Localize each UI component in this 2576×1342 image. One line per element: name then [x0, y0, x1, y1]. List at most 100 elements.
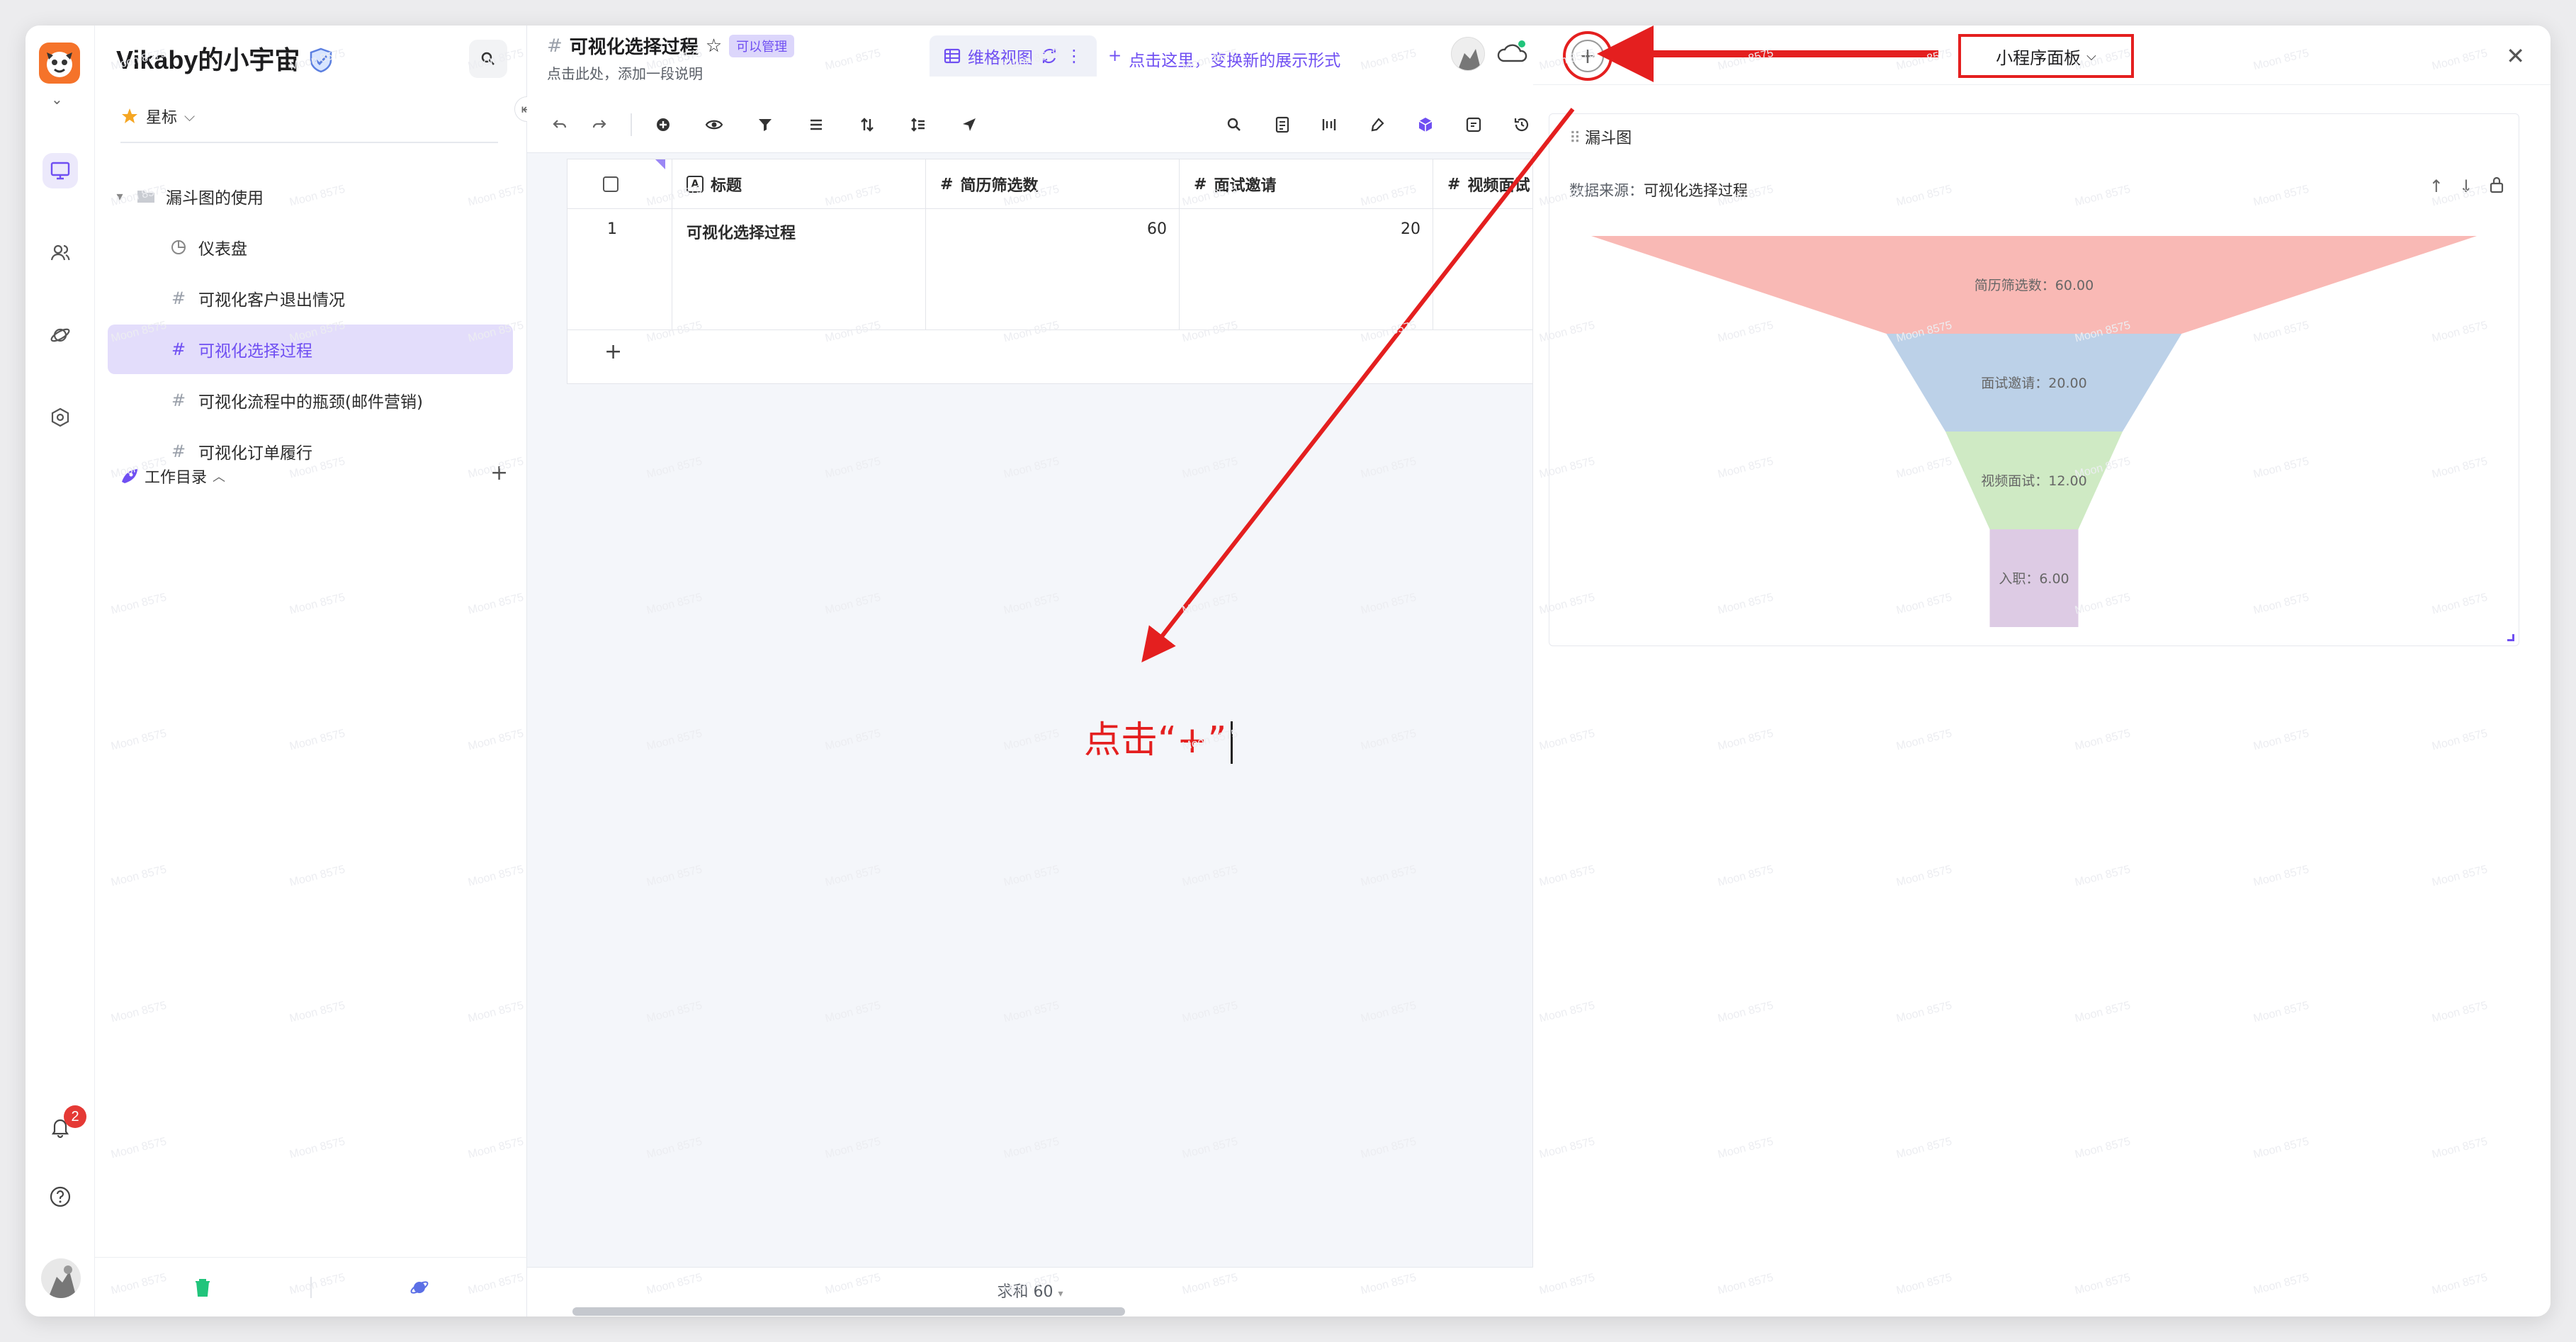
cell-resume[interactable]: 60 — [926, 220, 1167, 238]
star-icon — [122, 108, 137, 123]
sidebar-item-label: 可视化客户退出情况 — [198, 291, 345, 310]
undo-icon[interactable] — [546, 111, 574, 139]
funnel-stage-label: 视频面试：12.00 — [1981, 473, 2086, 489]
rocket-icon — [122, 469, 137, 483]
user-avatar[interactable] — [41, 1258, 81, 1298]
widget-cube-icon[interactable] — [1411, 111, 1440, 139]
filter-icon[interactable] — [751, 111, 779, 139]
widget-panel-selector[interactable]: 小程序面板 ⌵ — [1958, 34, 2134, 78]
number-field-icon: # — [1194, 175, 1207, 193]
tab-grid-view[interactable]: 维格视图 ⋮ — [930, 35, 1097, 77]
cell-invite[interactable]: 20 — [1180, 220, 1420, 238]
column-header-label: 面试邀请 — [1214, 177, 1277, 195]
sum-stat[interactable]: 求和 60 ▾ — [527, 1279, 1533, 1302]
plus-icon: + — [1108, 47, 1122, 65]
sidebar-item-customer-exit[interactable]: # 可视化客户退出情况 — [108, 274, 513, 323]
text-field-icon: A — [687, 176, 704, 193]
form-icon[interactable] — [1268, 111, 1297, 139]
column-header-video[interactable]: # 视频面试 — [1433, 159, 1534, 209]
template-center-icon[interactable] — [312, 1258, 527, 1316]
panel-name: 小程序面板 — [1996, 47, 2081, 68]
horizontal-scrollbar[interactable] — [572, 1307, 1125, 1316]
row-height-icon[interactable] — [904, 111, 932, 139]
sync-icon[interactable] — [1040, 47, 1058, 65]
sidebar-item-selection-process[interactable]: # 可视化选择过程 — [108, 325, 513, 374]
grid-view-icon — [944, 48, 961, 64]
funnel-stage-label: 面试邀请：20.00 — [1981, 376, 2086, 391]
space-name-text: Vikaby的小宇宙 — [116, 45, 300, 74]
space-logo-icon[interactable] — [39, 43, 80, 84]
dashboard-icon — [164, 239, 193, 256]
folder-label: 漏斗图的使用 — [166, 189, 264, 208]
members-icon[interactable] — [43, 235, 78, 271]
workbench-icon[interactable] — [43, 153, 78, 188]
datasheet-icon: # — [171, 339, 186, 359]
cell-title[interactable]: 可视化选择过程 — [687, 220, 796, 243]
sidebar-folder[interactable]: ▾ 漏斗图的使用 — [108, 171, 513, 221]
trash-icon[interactable] — [95, 1258, 310, 1316]
workdir-label: 工作目录 — [145, 469, 208, 487]
datasheet-icon: # — [171, 441, 186, 461]
datasheet-icon: # — [547, 35, 563, 57]
group-icon[interactable] — [802, 111, 830, 139]
chevron-down-icon: ⌵ — [184, 108, 196, 125]
highlight-circle — [1563, 31, 1612, 81]
add-node-icon[interactable]: + — [490, 461, 508, 485]
folder-caret-icon[interactable]: ▾ — [108, 189, 132, 204]
column-header-invite[interactable]: # 面试邀请 — [1180, 159, 1433, 209]
chevron-up-icon: ︿ — [213, 470, 226, 485]
favorites-toggle[interactable]: 星标 ⌵ — [120, 105, 195, 128]
column-header-title[interactable]: A 标题 — [672, 159, 926, 209]
sidebar-item-bottleneck[interactable]: # 可视化流程中的瓶颈(邮件营销) — [108, 376, 513, 425]
resize-handle-icon[interactable] — [2507, 634, 2514, 641]
search-icon[interactable] — [469, 40, 507, 78]
space-switch-chevron-icon[interactable]: ⌄ — [51, 91, 63, 108]
star-outline-icon[interactable]: ☆ — [706, 35, 722, 57]
sidebar-item-dashboard[interactable]: 仪表盘 — [108, 222, 513, 272]
robot-automation-icon[interactable] — [1363, 111, 1391, 139]
chevron-down-icon: ▾ — [1058, 1288, 1063, 1299]
search-records-icon[interactable] — [1220, 111, 1248, 139]
share-send-icon[interactable] — [955, 111, 983, 139]
sidebar-item-label: 可视化流程中的瓶颈(邮件营销) — [198, 393, 423, 412]
more-vertical-icon[interactable]: ⋮ — [1066, 46, 1083, 66]
help-icon[interactable] — [43, 1179, 78, 1214]
add-view-button[interactable]: + 点击这里，变换新的展示形式 — [1108, 47, 1340, 71]
tab-label: 维格视图 — [968, 49, 1033, 67]
sort-icon[interactable] — [853, 111, 881, 139]
settings-hexagon-icon[interactable] — [43, 400, 78, 435]
datasheet-icon: # — [171, 288, 186, 308]
folder-icon — [132, 188, 160, 204]
row-index: 1 — [607, 220, 617, 238]
select-all-checkbox[interactable] — [603, 176, 618, 192]
funnel-stage-label: 入职：6.00 — [1999, 571, 2069, 587]
column-header-resume[interactable]: # 简历筛选数 — [926, 159, 1180, 209]
toolbar-divider — [631, 113, 632, 136]
datasheet-title-text[interactable]: 可视化选择过程 — [570, 33, 699, 59]
add-record-icon[interactable] — [649, 111, 677, 139]
collaborator-avatar[interactable] — [1451, 37, 1485, 71]
history-clock-icon[interactable] — [1508, 111, 1536, 139]
robot-cloud-icon[interactable] — [1496, 38, 1529, 69]
datasheet-title: # 可视化选择过程 ☆ 可以管理 — [547, 33, 795, 59]
corner-marker-icon — [655, 159, 665, 169]
sidebar-item-label: 可视化选择过程 — [198, 342, 312, 361]
records-grid: A 标题 # 简历筛选数 # 面试邀请 # 视频面试 1 可视化选择过程 60 … — [567, 159, 1534, 384]
comment-icon[interactable] — [1459, 111, 1488, 139]
workdir-toggle[interactable]: 工作目录 ︿ — [119, 465, 225, 487]
datasheet-toolbar — [527, 96, 1533, 153]
column-header-label: 简历筛选数 — [960, 177, 1039, 195]
datasheet-icon: # — [171, 390, 186, 410]
notification-count-badge: 2 — [64, 1105, 86, 1128]
hide-fields-eye-icon[interactable] — [700, 111, 728, 139]
redo-icon[interactable] — [585, 111, 614, 139]
space-name[interactable]: Vikaby的小宇宙 — [116, 40, 335, 77]
column-header-label: 标题 — [711, 177, 742, 195]
funnel-stage-label: 简历筛选数：60.00 — [1975, 278, 2094, 293]
api-icon[interactable] — [1315, 111, 1343, 139]
datasheet-panel: # 可视化选择过程 ☆ 可以管理 点击此处，添加一段说明 维格视图 ⋮ + 点击… — [527, 26, 1534, 1316]
datasheet-description[interactable]: 点击此处，添加一段说明 — [547, 62, 703, 83]
template-planet-icon[interactable] — [43, 317, 78, 353]
close-icon[interactable]: ✕ — [2506, 43, 2525, 69]
add-row-icon[interactable]: + — [604, 339, 622, 364]
